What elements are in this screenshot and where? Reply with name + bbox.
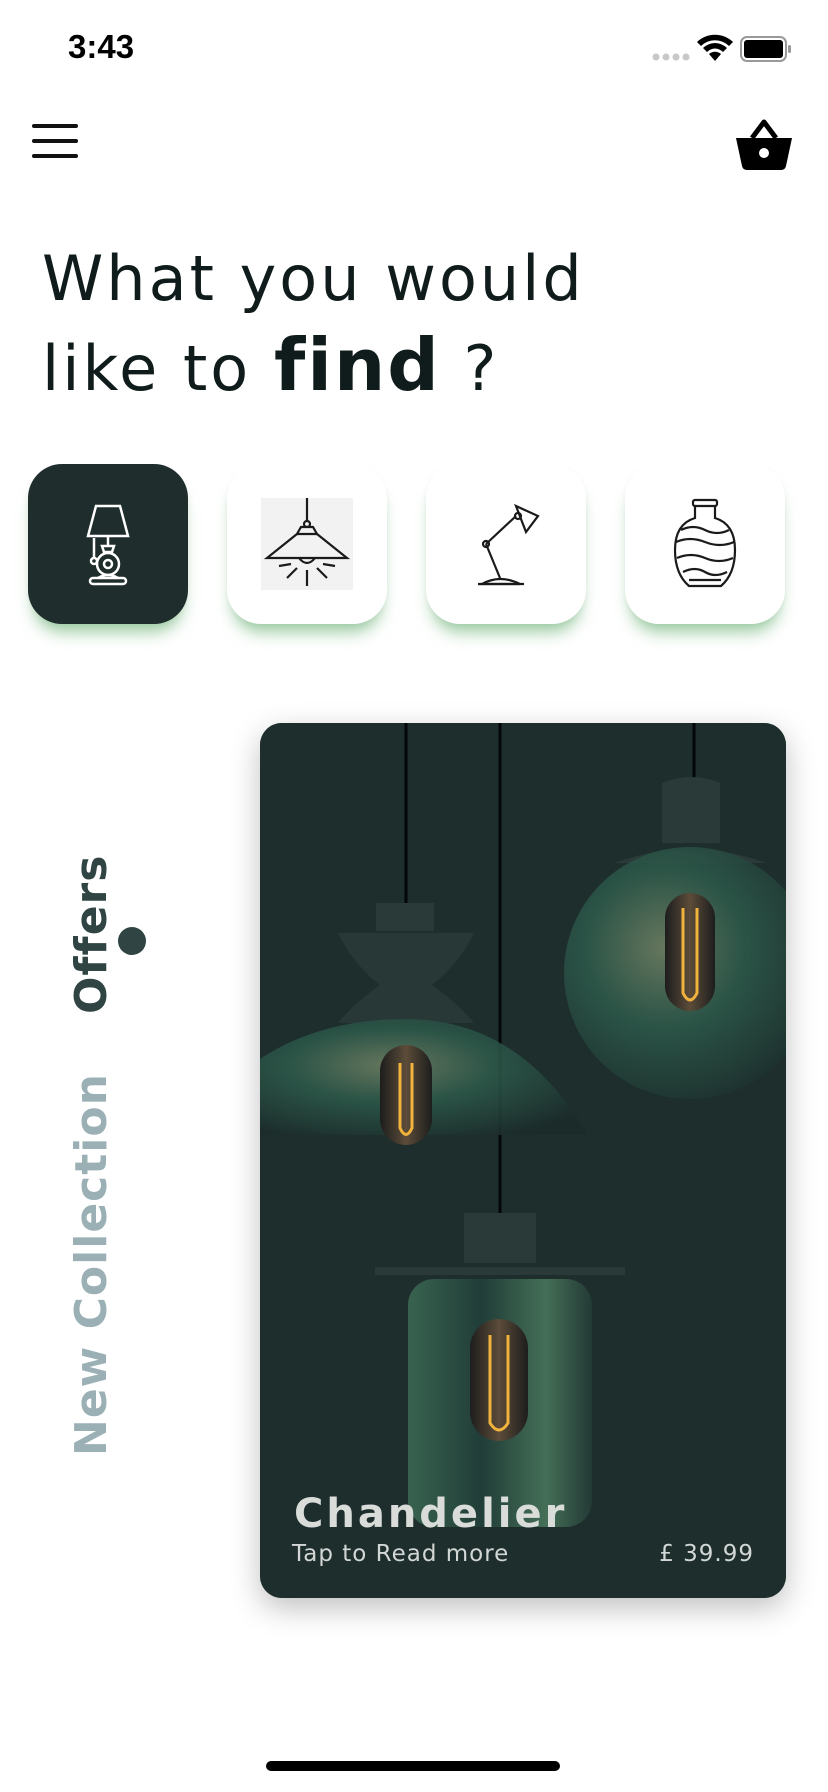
status-time: 3:43 xyxy=(68,28,135,65)
headline-prefix: like to xyxy=(42,332,274,405)
desk-lamp-icon xyxy=(477,503,540,586)
category-vase[interactable] xyxy=(625,464,785,624)
category-table-lamp[interactable] xyxy=(28,464,188,624)
hamburger-menu-icon[interactable] xyxy=(32,124,80,164)
read-more-link[interactable]: Tap to Read more xyxy=(292,1541,509,1567)
home-indicator xyxy=(266,1761,560,1771)
product-title: Chandelier xyxy=(294,1491,568,1537)
headline-line-1: What you would xyxy=(42,242,585,315)
pendant-lamp-icon xyxy=(261,498,353,590)
page-headline: What you would like to find ? xyxy=(42,236,782,412)
chandelier-image xyxy=(260,723,786,1598)
wifi-icon xyxy=(697,34,733,61)
category-pendant-lamp[interactable] xyxy=(227,464,387,624)
product-price: £ 39.99 xyxy=(659,1541,754,1567)
vase-icon xyxy=(673,498,737,588)
tab-new-collection[interactable]: New Collection xyxy=(66,1073,117,1456)
product-card[interactable]: Chandelier Tap to Read more £ 39.99 xyxy=(260,723,786,1598)
headline-bold-word: find xyxy=(273,323,441,407)
category-desk-lamp[interactable] xyxy=(426,464,586,624)
active-tab-indicator xyxy=(118,927,146,955)
table-lamp-icon xyxy=(86,504,130,586)
headline-suffix: ? xyxy=(440,332,500,405)
battery-icon xyxy=(740,36,791,62)
basket-icon[interactable] xyxy=(734,116,794,172)
tab-offers[interactable]: Offers xyxy=(66,855,117,1014)
cellular-signal-icon xyxy=(652,53,690,61)
headline-line-2: like to find ? xyxy=(42,322,782,412)
